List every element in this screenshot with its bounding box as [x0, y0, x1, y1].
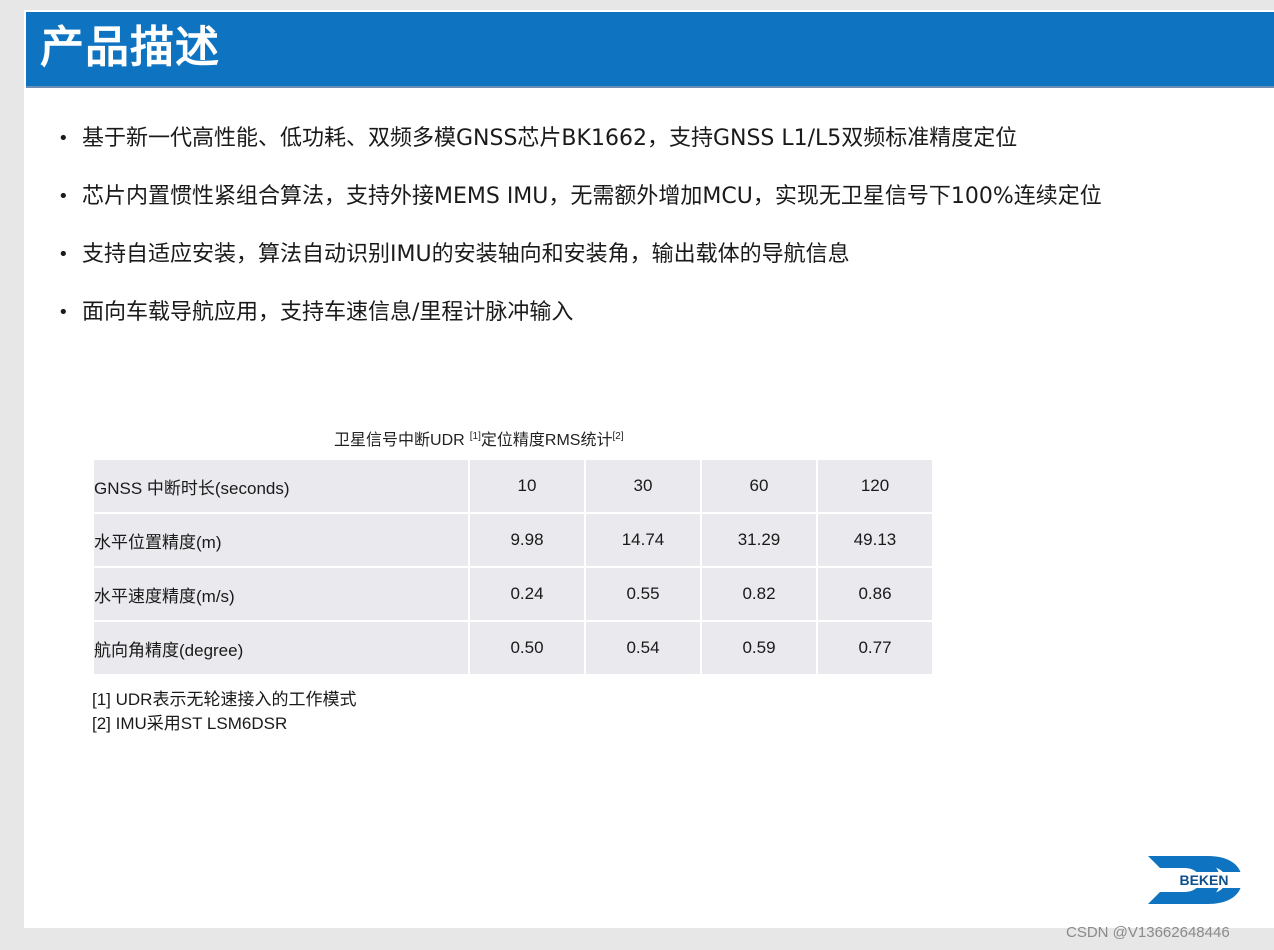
- table-cell: 0.86: [818, 568, 932, 620]
- table-cell: 0.82: [702, 568, 816, 620]
- bullet-dot-icon: •: [58, 302, 69, 323]
- table-cell: 31.29: [702, 514, 816, 566]
- page-title: 产品描述: [40, 22, 220, 73]
- slide: 产品描述 • 基于新一代高性能、低功耗、双频多模GNSS芯片BK1662，支持G…: [24, 10, 1274, 928]
- bullet-text: 支持自适应安装，算法自动识别IMU的安装轴向和安装角，输出载体的导航信息: [82, 242, 850, 267]
- table-cell: 120: [818, 460, 932, 512]
- table-row: 航向角精度(degree) 0.50 0.54 0.59 0.77: [94, 622, 932, 674]
- bullet-item: • 基于新一代高性能、低功耗、双频多模GNSS芯片BK1662，支持GNSS L…: [58, 118, 1258, 176]
- table-cell: 0.54: [586, 622, 700, 674]
- table-cell: 0.77: [818, 622, 932, 674]
- beken-logo-icon: BEKEN: [1148, 856, 1246, 904]
- table-row: GNSS 中断时长(seconds) 10 30 60 120: [94, 460, 932, 512]
- title-bar: 产品描述: [26, 12, 1274, 86]
- bullet-dot-icon: •: [58, 186, 69, 207]
- table-cell: 9.98: [470, 514, 584, 566]
- bullet-dot-icon: •: [58, 244, 69, 265]
- bullet-dot-icon: •: [58, 128, 69, 149]
- bullet-item: • 面向车载导航应用，支持车速信息/里程计脉冲输入: [58, 292, 1258, 350]
- row-label: 航向角精度(degree): [94, 622, 468, 674]
- table-row: 水平速度精度(m/s) 0.24 0.55 0.82 0.86: [94, 568, 932, 620]
- footnote-1: [1] UDR表示无轮速接入的工作模式: [92, 690, 357, 710]
- bullet-text: 面向车载导航应用，支持车速信息/里程计脉冲输入: [82, 300, 574, 325]
- table-cell: 0.59: [702, 622, 816, 674]
- footnote-2: [2] IMU采用ST LSM6DSR: [92, 714, 288, 734]
- accuracy-table: GNSS 中断时长(seconds) 10 30 60 120 水平位置精度(m…: [92, 458, 934, 676]
- row-label: 水平速度精度(m/s): [94, 568, 468, 620]
- table-cell: 30: [586, 460, 700, 512]
- bullet-list: • 基于新一代高性能、低功耗、双频多模GNSS芯片BK1662，支持GNSS L…: [58, 118, 1258, 350]
- table-cell: 0.24: [470, 568, 584, 620]
- logo-text: BEKEN: [1179, 872, 1228, 888]
- table-cell: 60: [702, 460, 816, 512]
- footnotes: [1] UDR表示无轮速接入的工作模式 [2] IMU采用ST LSM6DSR: [92, 688, 356, 736]
- table-cell: 10: [470, 460, 584, 512]
- table-row: 水平位置精度(m) 9.98 14.74 31.29 49.13: [94, 514, 932, 566]
- bullet-item: • 支持自适应安装，算法自动识别IMU的安装轴向和安装角，输出载体的导航信息: [58, 234, 1258, 292]
- row-label: GNSS 中断时长(seconds): [94, 460, 468, 512]
- table-cell: 49.13: [818, 514, 932, 566]
- table-cell: 0.55: [586, 568, 700, 620]
- table-caption: 卫星信号中断UDR [1]定位精度RMS统计[2]: [334, 430, 624, 449]
- row-label: 水平位置精度(m): [94, 514, 468, 566]
- bullet-item: • 芯片内置惯性紧组合算法，支持外接MEMS IMU，无需额外增加MCU，实现无…: [58, 176, 1258, 234]
- table-cell: 0.50: [470, 622, 584, 674]
- bullet-text: 芯片内置惯性紧组合算法，支持外接MEMS IMU，无需额外增加MCU，实现无卫星…: [82, 184, 1102, 209]
- table-cell: 14.74: [586, 514, 700, 566]
- title-underline: [26, 86, 1274, 88]
- bullet-text: 基于新一代高性能、低功耗、双频多模GNSS芯片BK1662，支持GNSS L1/…: [82, 126, 1018, 151]
- watermark: CSDN @V13662648446: [1066, 924, 1230, 941]
